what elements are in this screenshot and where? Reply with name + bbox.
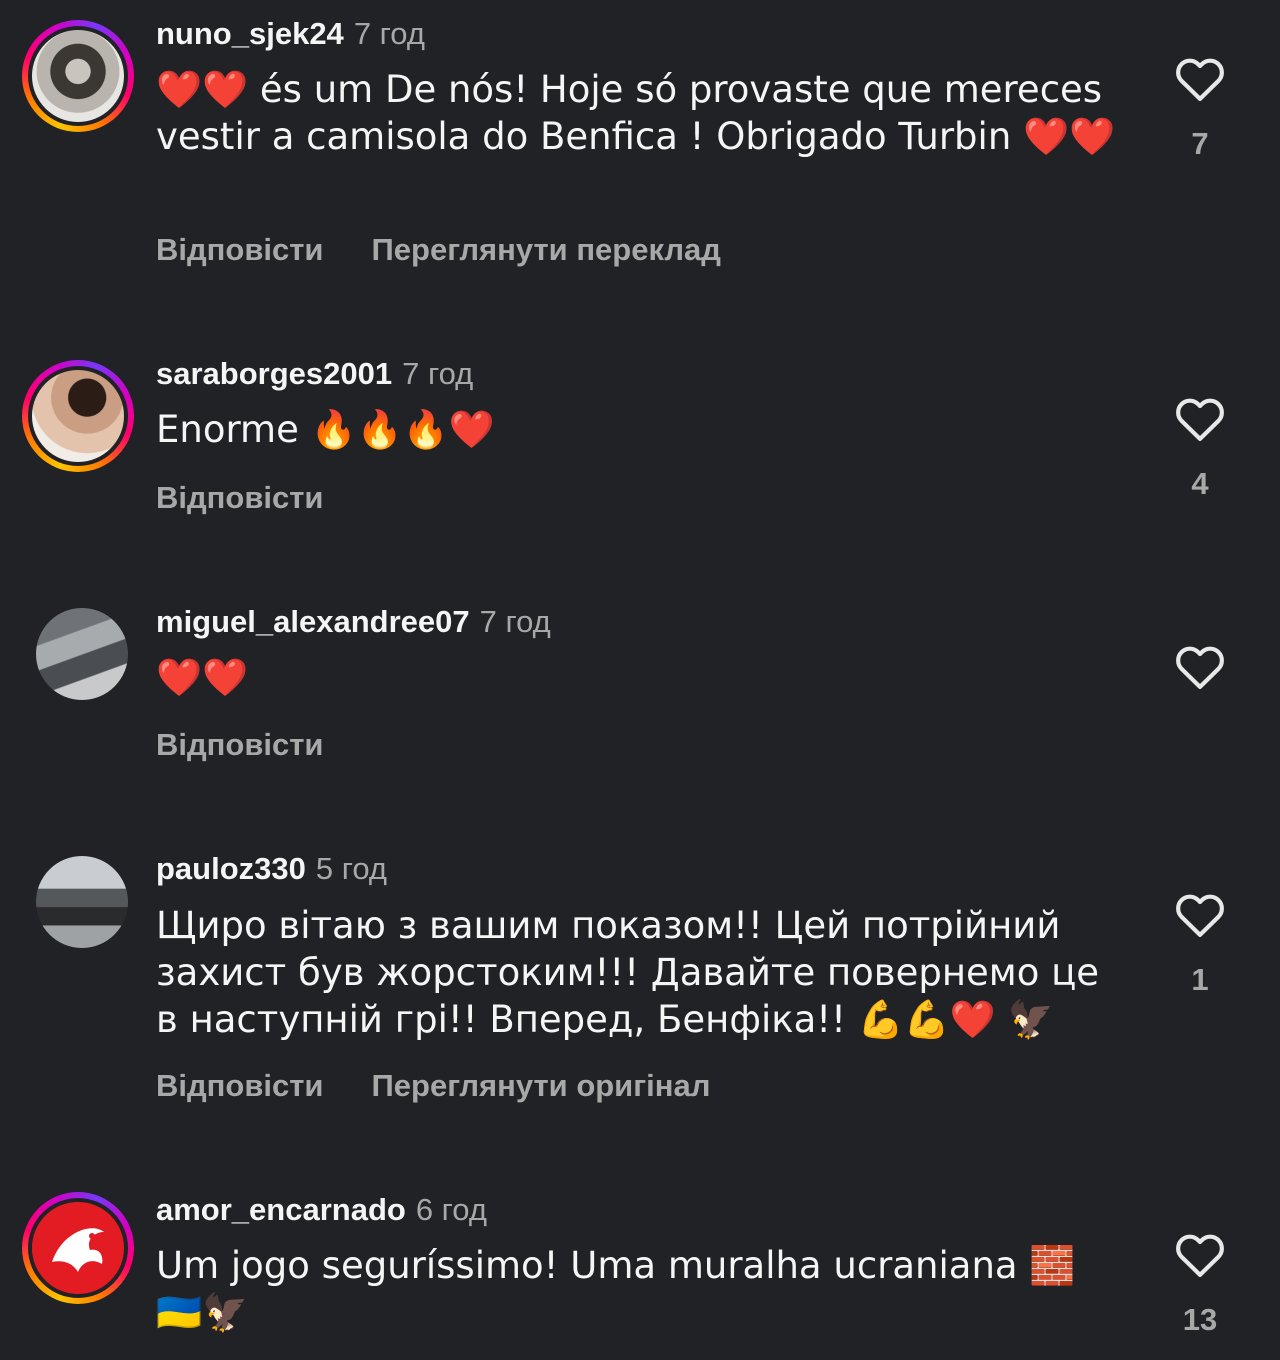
username[interactable]: saraborges2001 (156, 356, 392, 391)
heart-outline-icon[interactable] (1168, 892, 1232, 938)
avatar-story-ring[interactable] (22, 360, 134, 472)
comment-text: ❤️❤️ (156, 656, 249, 699)
timestamp: 7 год (353, 16, 425, 51)
reply-button[interactable]: Відповісти (156, 727, 324, 762)
see-translation-button[interactable]: Переглянути переклад (372, 232, 721, 267)
reply-button[interactable]: Відповісти (156, 1068, 324, 1103)
heart-outline-icon[interactable] (1168, 1232, 1232, 1278)
avatar (32, 1202, 124, 1294)
heart-outline-icon[interactable] (1168, 644, 1232, 690)
heart-outline-icon[interactable] (1168, 396, 1232, 442)
heart-outline-icon[interactable] (1168, 56, 1232, 102)
comment-text: Enorme 🔥🔥🔥❤️ (156, 408, 495, 451)
reply-button[interactable]: Відповісти (156, 232, 324, 267)
comment-text: Um jogo seguríssimo! Uma muralha ucrania… (156, 1244, 1076, 1334)
timestamp: 7 год (402, 356, 474, 391)
avatar (32, 370, 124, 462)
comment-text: ❤️❤️ és um De nós! Hoje só provaste que … (156, 68, 1116, 158)
like-count: 1 (1191, 962, 1209, 997)
eagle-logo-icon (32, 1202, 124, 1294)
timestamp: 7 год (479, 604, 551, 639)
avatar (36, 856, 128, 948)
avatar-story-ring[interactable] (22, 1192, 134, 1304)
like-count: 13 (1182, 1302, 1218, 1337)
see-original-button[interactable]: Переглянути оригінал (372, 1068, 711, 1103)
avatar-story-ring[interactable] (22, 20, 134, 132)
username[interactable]: nuno_sjek24 (156, 16, 344, 51)
avatar-frame[interactable] (22, 842, 134, 954)
username[interactable]: amor_encarnado (156, 1192, 406, 1227)
timestamp: 6 год (415, 1192, 487, 1227)
avatar (32, 30, 124, 122)
username[interactable]: miguel_alexandree07 (156, 604, 470, 639)
timestamp: 5 год (315, 851, 388, 886)
avatar-frame[interactable] (22, 594, 134, 706)
avatar (36, 608, 128, 700)
like-count: 4 (1191, 466, 1209, 501)
username[interactable]: pauloz330 (156, 851, 306, 886)
reply-button[interactable]: Відповісти (156, 480, 324, 515)
comment-text: Щиро вітаю з вашим показом!! Цей потрійн… (156, 904, 1100, 1041)
like-count: 7 (1191, 126, 1209, 161)
